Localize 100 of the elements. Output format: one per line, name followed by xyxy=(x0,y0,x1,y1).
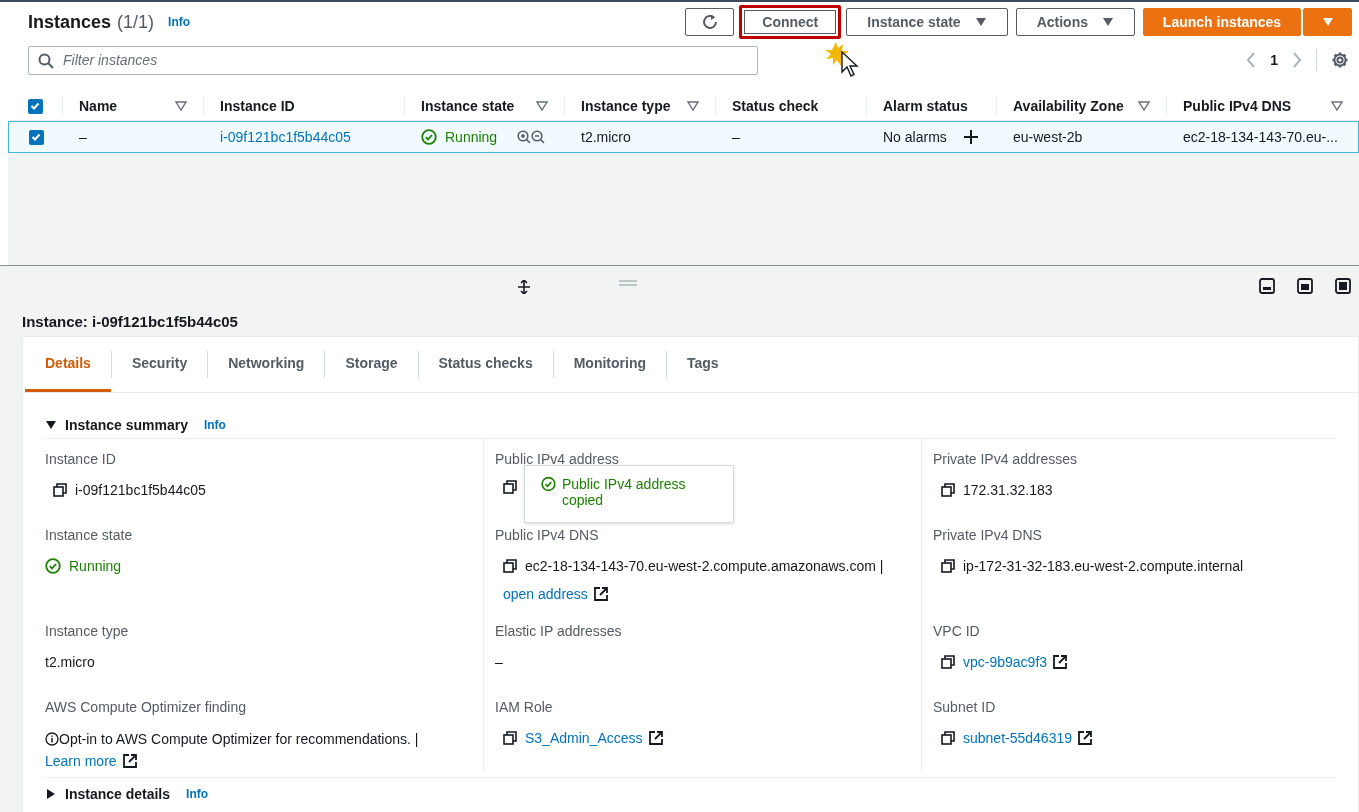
info-link[interactable]: Info xyxy=(203,417,226,432)
field-label: VPC ID xyxy=(933,623,980,639)
settings-icon[interactable] xyxy=(1331,51,1349,69)
field-value: 172.31.32.183 xyxy=(963,481,1053,500)
field-value: – xyxy=(495,653,503,672)
field-label: Public IPv4 address xyxy=(495,451,619,467)
copy-icon[interactable] xyxy=(53,483,67,497)
column-header[interactable]: Name xyxy=(79,98,118,114)
column-header[interactable]: Alarm status xyxy=(883,98,968,114)
sort-icon[interactable] xyxy=(1331,101,1343,111)
filter-field[interactable]: Filter instances xyxy=(28,45,758,75)
select-all-checkbox[interactable] xyxy=(27,98,43,114)
copy-icon[interactable] xyxy=(941,655,955,669)
copy-icon[interactable] xyxy=(503,480,517,494)
column-header[interactable]: Availability Zone xyxy=(1013,98,1124,114)
sort-icon[interactable] xyxy=(536,101,548,111)
copy-icon[interactable] xyxy=(941,483,955,497)
expand-icon[interactable] xyxy=(45,419,57,430)
external-link-icon[interactable] xyxy=(122,753,137,768)
field-label: Subnet ID xyxy=(933,699,996,715)
cursor-icon xyxy=(826,40,862,80)
external-link-icon[interactable] xyxy=(1053,655,1068,669)
page-title: Instances xyxy=(28,11,112,33)
running-status-icon xyxy=(45,558,61,574)
tab[interactable]: Status checks xyxy=(418,337,553,392)
table-row[interactable]: – i-09f121bc1f5b44c05 Running t2.micro – No alarms eu-west-2b ec2-18-134-143-70.eu-... xyxy=(8,121,1359,153)
zoom-in-icon[interactable] xyxy=(517,130,532,144)
info-icon xyxy=(45,732,59,747)
field-value: ip-172-31-32-183.eu-west-2.compute.internal xyxy=(963,557,1244,576)
column-header[interactable]: Instance type xyxy=(581,98,671,114)
tab[interactable]: Networking xyxy=(208,337,325,392)
expand-icon[interactable] xyxy=(45,788,57,799)
dropdown-button[interactable] xyxy=(1303,8,1352,36)
toolbar-button[interactable]: Connect xyxy=(739,5,842,39)
details-title: Instance: i-09f121bc1f5b44c05 xyxy=(21,311,239,332)
field-label: Elastic IP addresses xyxy=(495,623,622,639)
external-link[interactable]: subnet-55d46319 xyxy=(963,728,1092,748)
external-link[interactable]: open address xyxy=(503,584,608,604)
column-header[interactable]: Instance ID xyxy=(220,98,295,114)
tab[interactable]: Tags xyxy=(667,337,739,392)
column-header[interactable]: Instance state xyxy=(421,98,515,114)
search-icon xyxy=(38,52,54,69)
external-link[interactable]: vpc-9b9ac9f3 xyxy=(963,652,1068,672)
sort-icon[interactable] xyxy=(1138,101,1150,111)
tab[interactable]: Security xyxy=(111,337,208,392)
copy-icon[interactable] xyxy=(503,559,517,573)
move-icon[interactable] xyxy=(517,280,531,294)
caret-icon xyxy=(1321,17,1334,27)
check-circle-icon xyxy=(541,476,556,492)
refresh-icon xyxy=(700,13,719,31)
table-cell: – xyxy=(732,129,740,145)
external-link-icon[interactable] xyxy=(648,731,663,745)
field-label: Private IPv4 addresses xyxy=(933,451,1077,467)
column-header[interactable]: Public IPv4 DNS xyxy=(1183,98,1292,114)
field-label: AWS Compute Optimizer finding xyxy=(45,699,246,715)
running-status-icon xyxy=(421,129,437,145)
external-link-icon[interactable] xyxy=(593,587,608,601)
add-icon[interactable] xyxy=(962,129,979,145)
tab[interactable]: Storage xyxy=(325,337,418,392)
zoom-out-icon[interactable] xyxy=(531,130,546,144)
sort-icon[interactable] xyxy=(687,101,699,111)
section-title: Instance summary xyxy=(65,416,188,433)
bottom-panel-icon[interactable] xyxy=(1259,278,1275,294)
field-value: t2.micro xyxy=(45,653,95,672)
info-link[interactable]: Info xyxy=(186,786,209,801)
external-link[interactable]: Learn more xyxy=(45,750,137,771)
external-link[interactable]: S3_Admin_Access xyxy=(525,728,663,748)
copy-icon[interactable] xyxy=(941,559,955,573)
drag-handle-icon[interactable] xyxy=(619,280,637,286)
copy-icon[interactable] xyxy=(941,731,955,745)
table-cell: t2.micro xyxy=(581,129,631,145)
sort-icon[interactable] xyxy=(175,101,187,111)
row-checkbox[interactable] xyxy=(28,129,44,145)
instance-id-link[interactable]: i-09f121bc1f5b44c05 xyxy=(220,129,351,145)
tooltip-text: Public IPv4 address copied xyxy=(561,476,687,508)
field-value: ec2-18-134-143-70.eu-west-2.compute.amazonaws.com | xyxy=(525,557,884,576)
external-link-icon[interactable] xyxy=(1078,731,1092,745)
field-label: Instance state xyxy=(45,527,133,543)
field-label: Instance ID xyxy=(45,451,116,467)
toolbar-button[interactable]: Instance state xyxy=(846,8,1008,36)
info-link[interactable]: Info xyxy=(168,15,191,29)
status-text: Running xyxy=(445,129,498,145)
field-label: IAM Role xyxy=(495,699,553,715)
page-number[interactable]: 1 xyxy=(1270,52,1278,68)
table-cell: ec2-18-134-143-70.eu-... xyxy=(1183,129,1338,145)
table-cell: – xyxy=(79,129,87,145)
table-cell: eu-west-2b xyxy=(1013,129,1083,145)
instance-count: (1/1) xyxy=(117,11,155,33)
refresh-button[interactable] xyxy=(685,8,735,36)
column-header[interactable]: Status check xyxy=(732,98,819,114)
tab[interactable]: Monitoring xyxy=(553,337,666,392)
full-panel-icon[interactable] xyxy=(1335,278,1351,294)
table-cell: No alarms xyxy=(883,129,947,145)
tab[interactable]: Details xyxy=(25,337,111,392)
field-label: Public IPv4 DNS xyxy=(495,527,599,543)
toolbar-button[interactable]: Actions xyxy=(1015,8,1135,36)
split-panel-icon[interactable] xyxy=(1297,278,1313,294)
field-value: i-09f121bc1f5b44c05 xyxy=(75,481,206,500)
field-label: Instance type xyxy=(45,623,129,639)
copy-icon[interactable] xyxy=(503,731,517,745)
